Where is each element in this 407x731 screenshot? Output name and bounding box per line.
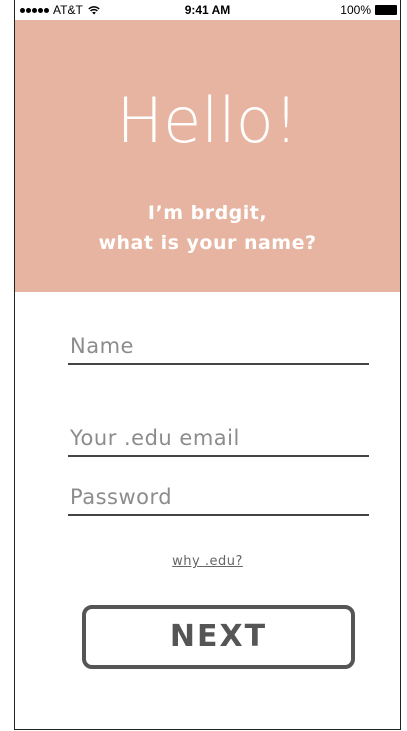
battery-percent: 100% (340, 3, 371, 17)
status-bar: AT&T 9:41 AM 100% (15, 0, 400, 20)
why-edu-link[interactable]: why .edu? (15, 554, 400, 569)
battery-icon (375, 5, 397, 15)
status-right: 100% (340, 3, 397, 17)
email-input[interactable] (68, 423, 369, 457)
next-button[interactable]: NEXT (82, 605, 355, 669)
hero-title: Hello! (116, 84, 299, 157)
hero-banner: Hello! I’m brdgit, what is your name? (15, 20, 400, 292)
phone-screen: AT&T 9:41 AM 100% Hello! I’m brdgit, wha… (14, 0, 401, 730)
hero-subtitle-line1: I’m brdgit, (147, 202, 268, 224)
name-input[interactable] (68, 331, 369, 365)
hero-subtitle-line2: what is your name? (98, 232, 317, 254)
hero-subtitle: I’m brdgit, what is your name? (15, 198, 400, 258)
password-input[interactable] (68, 482, 369, 516)
